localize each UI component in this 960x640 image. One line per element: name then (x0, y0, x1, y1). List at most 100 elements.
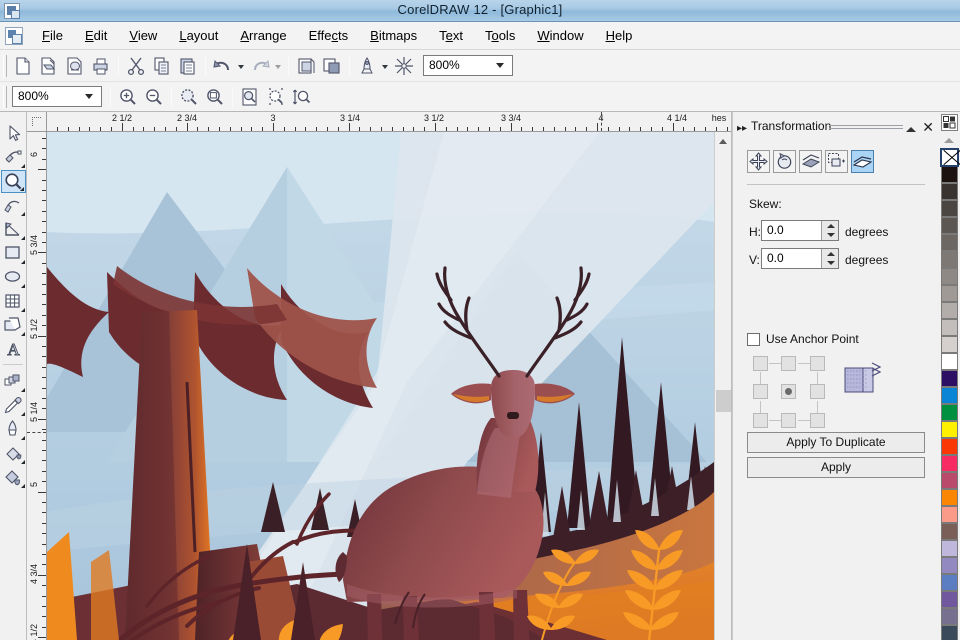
application-launcher-icon[interactable] (355, 54, 379, 78)
color-swatch[interactable] (941, 489, 958, 506)
anchor-bottom-left[interactable] (753, 413, 768, 428)
cut-icon[interactable] (124, 54, 148, 78)
zoom-level-combobox-2[interactable]: 800% (12, 86, 102, 107)
skew-h-input[interactable]: 0.0 (761, 220, 839, 241)
anchor-center[interactable] (781, 384, 796, 399)
scroll-up-icon[interactable] (715, 132, 732, 149)
anchor-middle-right[interactable] (810, 384, 825, 399)
color-swatch[interactable] (941, 438, 958, 455)
flyout-arrow-icon[interactable] (21, 484, 25, 488)
open-icon[interactable] (37, 54, 61, 78)
pin-icon[interactable]: ▸▸ (737, 123, 747, 134)
undo-icon[interactable] (211, 54, 235, 78)
scrollbar-thumb[interactable] (716, 390, 731, 412)
color-swatch[interactable] (941, 234, 958, 251)
flyout-arrow-icon[interactable] (21, 308, 25, 312)
color-swatch[interactable] (941, 217, 958, 234)
zoom-to-all-objects-icon[interactable] (203, 85, 227, 109)
skew-mode-button[interactable] (851, 150, 874, 173)
new-icon[interactable] (11, 54, 35, 78)
use-anchor-point-checkbox[interactable] (747, 333, 760, 346)
color-swatch[interactable] (941, 319, 958, 336)
color-swatch[interactable] (941, 574, 958, 591)
menu-help[interactable]: Help (595, 25, 644, 46)
zoom-level-combobox[interactable]: 800% (423, 55, 513, 76)
color-swatch[interactable] (941, 370, 958, 387)
menu-view[interactable]: View (118, 25, 168, 46)
color-swatch[interactable] (941, 183, 958, 200)
anchor-bottom-right[interactable] (810, 413, 825, 428)
shape-tool[interactable] (1, 146, 26, 169)
color-swatch[interactable] (941, 523, 958, 540)
apply-button[interactable]: Apply (747, 457, 925, 478)
menu-text[interactable]: Text (428, 25, 474, 46)
menu-effects[interactable]: Effects (298, 25, 360, 46)
anchor-top-right[interactable] (810, 356, 825, 371)
fill-tool[interactable] (1, 442, 26, 465)
menu-layout[interactable]: Layout (168, 25, 229, 46)
zoom-tool[interactable] (1, 170, 26, 193)
color-swatch[interactable] (941, 557, 958, 574)
close-icon[interactable]: ✕ (922, 119, 934, 136)
color-swatch[interactable] (941, 472, 958, 489)
polygon-tool[interactable] (1, 314, 26, 337)
application-launcher-dropdown-arrow[interactable] (380, 54, 391, 78)
apply-to-duplicate-button[interactable]: Apply To Duplicate (747, 432, 925, 453)
scale-mirror-mode-button[interactable] (799, 150, 822, 173)
text-tool[interactable]: A (1, 338, 26, 361)
scroll-up-icon[interactable] (941, 134, 958, 146)
paste-icon[interactable] (176, 54, 200, 78)
anchor-top-center[interactable] (781, 356, 796, 371)
color-swatch[interactable] (941, 268, 958, 285)
copy-icon[interactable] (150, 54, 174, 78)
flyout-arrow-icon[interactable] (21, 412, 25, 416)
export-icon[interactable] (320, 54, 344, 78)
size-mode-button[interactable] (825, 150, 848, 173)
chevron-down-icon[interactable] (493, 56, 509, 75)
rotate-mode-button[interactable] (773, 150, 796, 173)
canvas-vertical-scrollbar[interactable] (714, 132, 731, 640)
color-swatch[interactable] (941, 285, 958, 302)
flyout-arrow-icon[interactable] (21, 164, 25, 168)
color-swatch[interactable] (941, 591, 958, 608)
color-swatch[interactable] (941, 166, 958, 183)
freehand-tool[interactable] (1, 194, 26, 217)
color-swatch[interactable] (941, 200, 958, 217)
menu-bitmaps[interactable]: Bitmaps (359, 25, 428, 46)
smart-drawing-tool[interactable] (1, 218, 26, 241)
rollup-icon[interactable] (905, 122, 917, 134)
flyout-arrow-icon[interactable] (21, 236, 25, 240)
interactive-blend-tool[interactable] (1, 370, 26, 393)
save-icon[interactable] (63, 54, 87, 78)
flyout-arrow-icon[interactable] (21, 260, 25, 264)
zoom-to-page-height-icon[interactable] (290, 85, 314, 109)
rectangle-tool[interactable] (1, 242, 26, 265)
interactive-fill-tool[interactable] (1, 466, 26, 489)
skew-h-stepper[interactable] (821, 221, 838, 240)
horizontal-ruler[interactable]: 2 1/22 3/433 1/43 1/23 3/444 1/4hes (47, 112, 731, 132)
color-swatch[interactable] (941, 608, 958, 625)
ellipse-tool[interactable] (1, 266, 26, 289)
color-swatch[interactable] (941, 455, 958, 472)
deer-forest-mountain-illustration[interactable] (47, 132, 714, 640)
menu-file[interactable]: File (31, 25, 74, 46)
undo-dropdown-arrow[interactable] (236, 54, 247, 78)
swatch-no-color[interactable] (941, 149, 958, 166)
menu-arrange[interactable]: Arrange (229, 25, 297, 46)
palette-menu-icon[interactable] (941, 114, 958, 131)
menu-window[interactable]: Window (526, 25, 594, 46)
zoom-to-page-width-icon[interactable] (264, 85, 288, 109)
color-swatch[interactable] (941, 540, 958, 557)
color-swatch[interactable] (941, 251, 958, 268)
color-swatch[interactable] (941, 421, 958, 438)
color-swatch[interactable] (941, 353, 958, 370)
color-swatch[interactable] (941, 336, 958, 353)
vertical-ruler[interactable]: 65 3/45 1/25 1/454 3/44 1/2 (27, 132, 47, 640)
flyout-arrow-icon[interactable] (21, 284, 25, 288)
zoom-to-page-icon[interactable] (238, 85, 262, 109)
color-swatch[interactable] (941, 387, 958, 404)
eyedropper-tool[interactable] (1, 394, 26, 417)
skew-v-stepper[interactable] (821, 249, 838, 268)
import-icon[interactable] (294, 54, 318, 78)
zoom-in-icon[interactable] (116, 85, 140, 109)
